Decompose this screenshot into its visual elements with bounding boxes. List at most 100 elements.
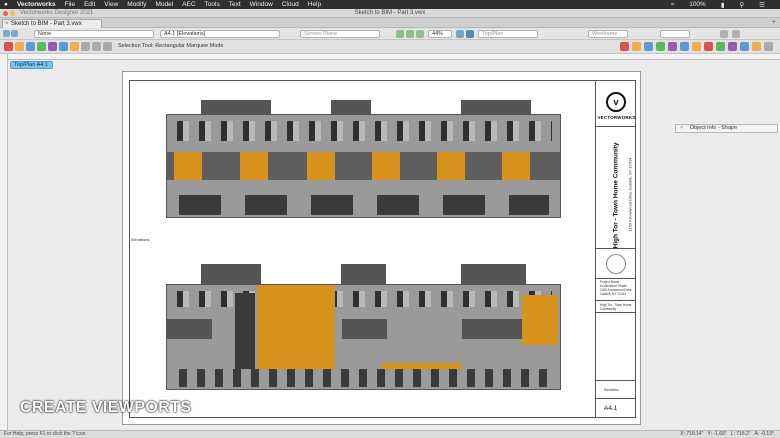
- snap-settings-icon[interactable]: [764, 42, 773, 51]
- snap-tangent-icon[interactable]: [692, 42, 701, 51]
- menu-cloud[interactable]: Cloud: [282, 1, 299, 8]
- view-cube-icon[interactable]: [466, 30, 474, 38]
- roof-box: [461, 264, 526, 284]
- layers-icon[interactable]: [48, 42, 57, 51]
- resources-icon[interactable]: [59, 42, 68, 51]
- accent-panel: [174, 152, 202, 180]
- projection-dropdown[interactable]: [660, 30, 690, 38]
- back-icon[interactable]: [3, 30, 10, 37]
- snap-edge-icon[interactable]: [704, 42, 713, 51]
- menu-help[interactable]: Help: [308, 1, 321, 8]
- tab-label: Sketch to BIM - Part 3.vwx: [11, 21, 82, 27]
- stamp-seal: [606, 254, 626, 274]
- layer-options-icon[interactable]: [720, 30, 728, 38]
- snap-center-icon[interactable]: [752, 42, 761, 51]
- wifi-icon[interactable]: ≈: [671, 1, 675, 8]
- object-info-palette[interactable]: × Object Info - Shape: [675, 124, 778, 133]
- sheet-layer[interactable]: Elevations v VECTORWORKS High Tor - Town…: [122, 71, 641, 425]
- zoom-field[interactable]: 44%: [428, 30, 452, 38]
- accent-block: [522, 295, 558, 345]
- menu-model[interactable]: Model: [155, 1, 173, 8]
- help-text: For Help, press F1 or click the ? icon: [4, 431, 86, 437]
- status-bar: For Help, press F1 or click the ? icon X…: [0, 430, 780, 438]
- battery-level[interactable]: 100%: [689, 1, 706, 8]
- tb-info-4: Catskill, NY 12414: [600, 292, 627, 296]
- object-info-title: Object Info - Shape: [689, 125, 738, 131]
- settings-icon[interactable]: [103, 42, 112, 51]
- zoom-out-icon[interactable]: [396, 30, 404, 38]
- menu-bar: ● Vectorworks File Edit View Modify Mode…: [0, 0, 780, 9]
- title-block[interactable]: v VECTORWORKS High Tor - Town Home Commu…: [595, 80, 636, 418]
- menu-tools[interactable]: Tools: [205, 1, 220, 8]
- tool-hint: Selection Tool: Rectangular Marquee Mode: [118, 43, 224, 49]
- divider: [596, 248, 636, 249]
- accent-panel: [372, 152, 400, 180]
- add-tab-icon[interactable]: +: [772, 19, 776, 26]
- brand-text: VECTORWORKS: [597, 115, 636, 120]
- plane-dropdown[interactable]: Screen Plane: [300, 30, 380, 38]
- view-tag[interactable]: Top/Plan A4.1: [10, 61, 53, 69]
- facade: [166, 284, 561, 390]
- render-dropdown[interactable]: Wireframe: [588, 30, 628, 38]
- snap-surface-icon[interactable]: [740, 42, 749, 51]
- x-coordinate: X: 718.14": [680, 431, 704, 437]
- rect-marquee-icon[interactable]: [15, 42, 24, 51]
- divider: [596, 312, 636, 313]
- menu-extras-icon[interactable]: ☰: [759, 1, 765, 9]
- snap-working-plane-icon[interactable]: [716, 42, 725, 51]
- search-icon[interactable]: ⚲: [739, 1, 744, 9]
- elevation-label: Elevations: [131, 237, 150, 242]
- menu-aec[interactable]: AEC: [182, 1, 195, 8]
- zoom-fit-icon[interactable]: [416, 30, 424, 38]
- class-options-icon[interactable]: [732, 30, 740, 38]
- forward-icon[interactable]: [11, 30, 18, 37]
- snap-angle-icon[interactable]: [656, 42, 665, 51]
- view-dropdown[interactable]: Top/Plan: [478, 30, 538, 38]
- layer-dropdown[interactable]: A4.1 [Elevations]: [160, 30, 280, 38]
- document-tab-bar: × Sketch to BIM - Part 3.vwx +: [0, 18, 780, 28]
- divider: [596, 398, 636, 399]
- left-ruler[interactable]: [0, 54, 8, 430]
- grid-icon[interactable]: [37, 42, 46, 51]
- balcony: [462, 319, 522, 339]
- window-titlebar: Vectorworks Designer 2021 Sketch to BIM …: [0, 9, 780, 18]
- zoom-in-icon[interactable]: [406, 30, 414, 38]
- close-palette-icon[interactable]: ×: [680, 125, 683, 131]
- snap-intersection-icon[interactable]: [668, 42, 677, 51]
- vectorworks-logo: v: [606, 92, 626, 112]
- menu-modify[interactable]: Modify: [127, 1, 146, 8]
- snap-loci-icon[interactable]: [728, 42, 737, 51]
- attributes-icon[interactable]: [70, 42, 79, 51]
- menu-file[interactable]: File: [65, 1, 75, 8]
- facade: [166, 114, 561, 218]
- accent-panel: [502, 152, 530, 180]
- menu-edit[interactable]: Edit: [84, 1, 95, 8]
- sheet-number: A4.1: [604, 405, 618, 412]
- menu-window[interactable]: Window: [250, 1, 273, 8]
- snap-object-icon[interactable]: [644, 42, 653, 51]
- drawing-name: Elevations: [604, 388, 619, 392]
- angle-readout: A: -0.13°: [754, 431, 774, 437]
- apple-menu-icon[interactable]: ●: [4, 1, 8, 8]
- project-address: 1150 Arrowwood Drive Catskill, NY 12414: [627, 157, 633, 232]
- snap-icon[interactable]: [26, 42, 35, 51]
- menu-view[interactable]: View: [104, 1, 118, 8]
- snap-grid-icon[interactable]: [632, 42, 641, 51]
- selection-tool-icon[interactable]: [4, 42, 13, 51]
- menu-text[interactable]: Text: [229, 1, 241, 8]
- snap-distance-icon[interactable]: [680, 42, 689, 51]
- smart-cursor-icon[interactable]: [620, 42, 629, 51]
- divider: [596, 278, 636, 279]
- lower-elevation[interactable]: [166, 264, 561, 390]
- roof-box: [341, 264, 386, 284]
- divider: [596, 380, 636, 381]
- close-tab-icon[interactable]: ×: [5, 20, 9, 28]
- mirror-icon[interactable]: [92, 42, 101, 51]
- document-tab[interactable]: × Sketch to BIM - Part 3.vwx: [2, 19, 102, 28]
- class-dropdown[interactable]: None: [34, 30, 154, 38]
- rotate-icon[interactable]: [81, 42, 90, 51]
- flyover-icon[interactable]: [456, 30, 464, 38]
- coordinate-readout: X: 718.14" Y: -1.69" L: 718.2" A: -0.13°: [680, 431, 774, 438]
- upper-elevation[interactable]: [166, 100, 561, 218]
- menu-vectorworks[interactable]: Vectorworks: [17, 1, 56, 8]
